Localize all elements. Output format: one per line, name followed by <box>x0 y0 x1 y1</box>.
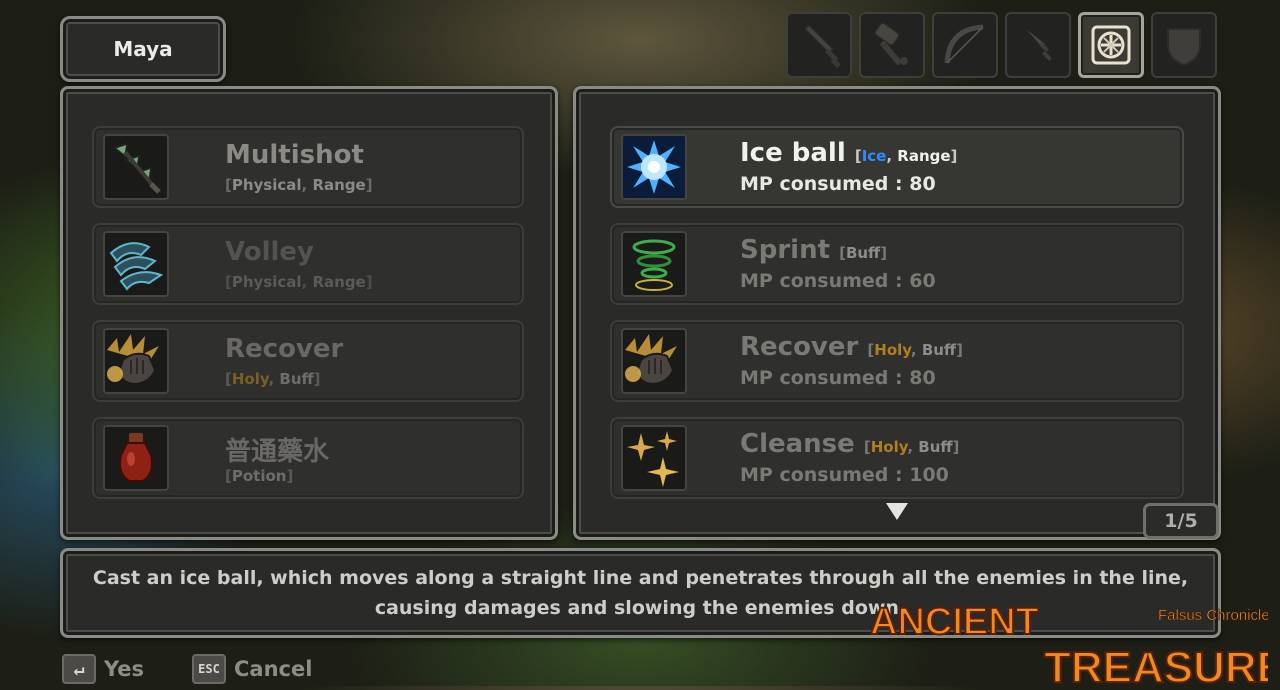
magic-rune-icon <box>1091 25 1131 65</box>
skill-icon-box <box>103 425 169 491</box>
logo-line-2: TREASURE <box>1044 643 1268 686</box>
skill-tags: [Holy, Buff] <box>863 438 960 456</box>
page-indicator: 1/5 <box>1143 503 1219 539</box>
skill-icon-box <box>621 231 687 297</box>
volley-icon <box>109 242 164 291</box>
skill-name: 普通藥水 <box>225 437 330 467</box>
sparkles-icon <box>627 431 679 487</box>
mp-cost: MP consumed : 80 <box>740 173 936 195</box>
skill-list-item-ice-ball[interactable]: Ice ball [Ice, Range] MP consumed : 80 <box>610 126 1184 208</box>
confirm-label: Yes <box>104 657 145 681</box>
arrows-icon <box>113 142 161 194</box>
bow-icon <box>944 24 984 64</box>
skill-list-item-recover[interactable]: Recover [Holy, Buff] MP consumed : 80 <box>610 320 1184 402</box>
skill-list-item-sprint[interactable]: Sprint [Buff] MP consumed : 60 <box>610 223 1184 305</box>
skill-tags: [Potion] <box>225 467 294 485</box>
recover-hand-icon <box>107 334 159 386</box>
skill-tags: [Holy, Buff] <box>225 370 321 388</box>
skill-icon-box <box>103 231 169 297</box>
potion-icon <box>119 433 153 482</box>
skill-name: Sprint [Buff] <box>740 235 888 265</box>
equipped-skill-slot[interactable]: Multishot [Physical, Range] <box>92 126 524 208</box>
mp-cost: MP consumed : 100 <box>740 464 949 486</box>
tab-magic[interactable] <box>1078 12 1144 78</box>
skill-tags: [Physical, Range] <box>225 273 373 291</box>
character-name: Maya <box>113 37 173 61</box>
mp-cost: MP consumed : 60 <box>740 270 936 292</box>
tab-bow[interactable] <box>932 12 998 78</box>
skill-name: Recover <box>225 334 344 364</box>
skill-list-item-cleanse[interactable]: Cleanse [Holy, Buff] MP consumed : 100 <box>610 417 1184 499</box>
logo-line-1: ANCIENT <box>870 601 1039 643</box>
shield-icon <box>1167 28 1201 67</box>
skill-name: Volley <box>225 237 314 267</box>
recover-hand-icon <box>625 334 677 386</box>
logo-subtitle: Falsus Chronicle <box>1158 607 1268 624</box>
sprint-icon <box>632 239 676 291</box>
skill-name: Recover [Holy, Buff] <box>740 332 963 362</box>
game-logo: ANCIENT TREASURE Falsus Chronicle <box>868 598 1280 690</box>
skill-tags: [Ice, Range] <box>854 147 958 165</box>
skill-tags: [Holy, Buff] <box>867 341 963 359</box>
mp-cost: MP consumed : 80 <box>740 367 936 389</box>
tab-sword[interactable] <box>786 12 852 78</box>
skill-icon-box <box>621 425 687 491</box>
skill-icon-box <box>621 134 687 200</box>
tab-hammer[interactable] <box>859 12 925 78</box>
skill-icon-box <box>103 328 169 394</box>
skill-category-tabs <box>786 12 1217 78</box>
skill-tags: [Physical, Range] <box>225 176 373 194</box>
scroll-down-arrow-icon[interactable] <box>886 503 908 520</box>
cancel-label: Cancel <box>234 657 313 681</box>
skill-icon-box <box>621 328 687 394</box>
hammer-icon <box>874 22 908 66</box>
enter-key-icon: ↵ <box>62 654 96 684</box>
confirm-hint[interactable]: ↵ Yes <box>62 654 144 684</box>
ice-ball-icon <box>623 136 685 198</box>
skill-icon-box <box>103 134 169 200</box>
equipped-skill-slot[interactable]: Volley [Physical, Range] <box>92 223 524 305</box>
equipped-skill-slot[interactable]: 普通藥水 [Potion] <box>92 417 524 499</box>
tab-shield[interactable] <box>1151 12 1217 78</box>
cancel-hint[interactable]: ESC Cancel <box>192 654 312 684</box>
skill-name: Cleanse [Holy, Buff] <box>740 429 960 459</box>
tab-dagger[interactable] <box>1005 12 1071 78</box>
skill-name: Multishot <box>225 140 364 170</box>
character-name-box: Maya <box>60 16 226 82</box>
equipped-skill-slot[interactable]: Recover [Holy, Buff] <box>92 320 524 402</box>
skill-tags: [Buff] <box>839 244 888 262</box>
dagger-icon <box>1026 29 1052 61</box>
skill-name: Ice ball [Ice, Range] <box>740 138 958 168</box>
esc-key-icon: ESC <box>192 654 226 684</box>
sword-icon <box>803 23 841 68</box>
